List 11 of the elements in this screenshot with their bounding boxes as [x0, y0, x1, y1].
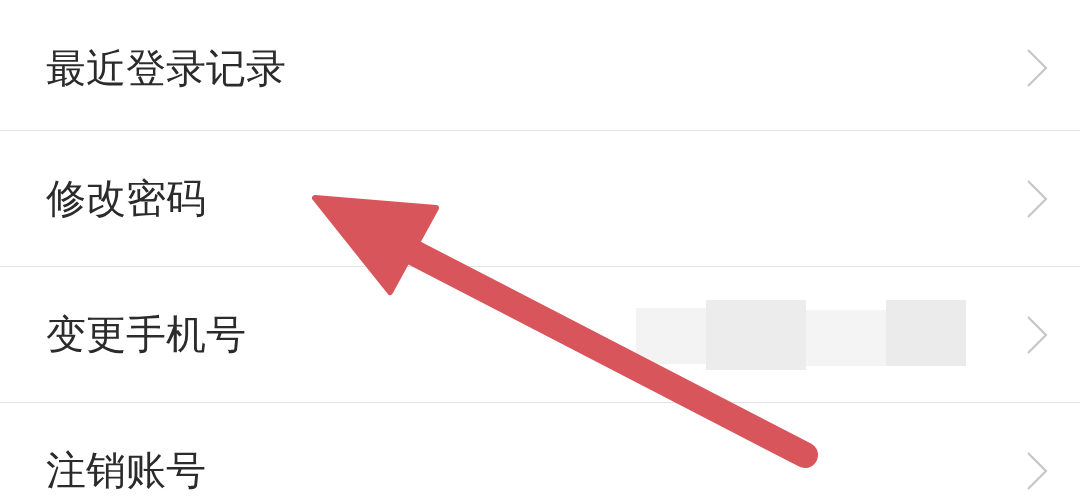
menu-label: 修改密码	[46, 174, 207, 223]
menu-label: 最近登录记录	[46, 43, 287, 93]
menu-label: 变更手机号	[46, 310, 247, 359]
menu-label: 注销账号	[46, 446, 207, 495]
chevron-right-icon	[1026, 178, 1048, 219]
chevron-right-icon	[1026, 314, 1048, 355]
chevron-right-icon	[1026, 450, 1048, 491]
menu-item[interactable]: 变更手机号	[0, 267, 1080, 403]
menu-item[interactable]: 注销账号	[0, 403, 1080, 500]
menu-item[interactable]: 最近登录记录	[0, 0, 1080, 131]
chevron-right-icon	[1026, 48, 1048, 88]
